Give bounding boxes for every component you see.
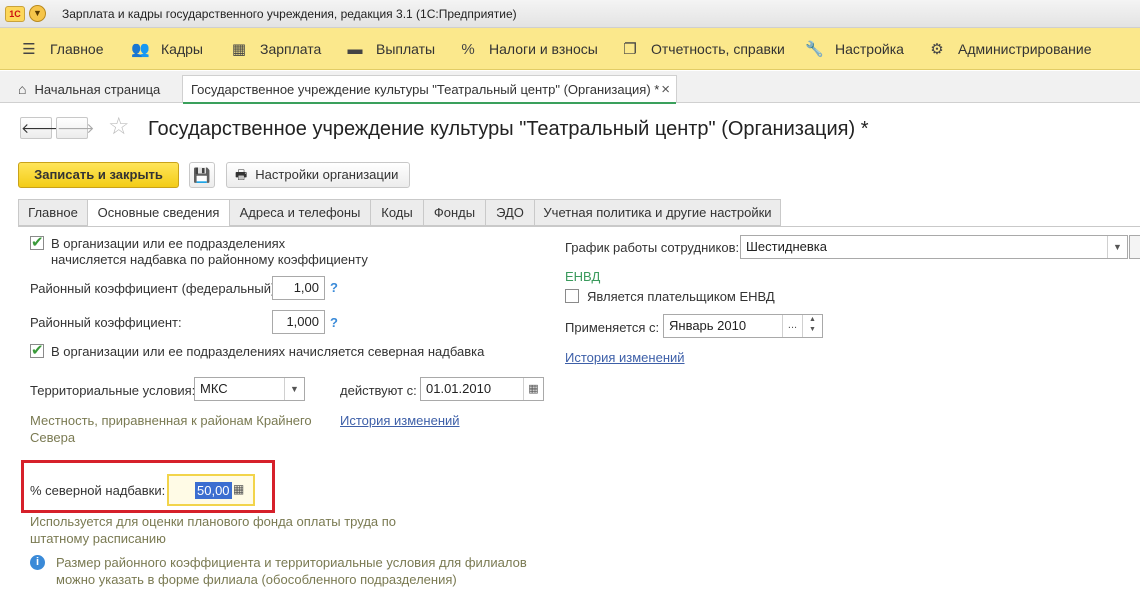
save-button[interactable]: 💾 xyxy=(189,162,215,188)
calculator-icon[interactable]: ▦ xyxy=(233,482,244,496)
floppy-disk-icon: 💾 xyxy=(193,167,211,183)
close-icon[interactable]: × xyxy=(661,81,670,98)
sections-bar: ☰ Главное 👥 Кадры ▦ Зарплата ▬ Выплаты % Нало… xyxy=(0,28,1140,70)
regional-coef-label: В организации или ее подразделениях начи… xyxy=(51,236,368,267)
tab-basic-info[interactable]: Основные сведения xyxy=(87,199,230,227)
section-main[interactable]: ☰ Главное xyxy=(20,28,103,70)
back-button[interactable]: 🡐 xyxy=(20,117,59,139)
section-reports[interactable]: ❐ Отчетность, справки xyxy=(621,28,785,70)
locality-note: Местность, приравненная к районам Крайне… xyxy=(30,413,312,445)
coef-label: Районный коэффициент: xyxy=(30,315,182,330)
envd-header: ЕНВД xyxy=(565,269,601,284)
north-percent-label: % северной надбавки: xyxy=(30,483,166,498)
dropdown-arrow-icon[interactable]: ▼ xyxy=(284,378,304,400)
applies-from-input[interactable]: Январь 2010 ... ▲ ▼ xyxy=(663,314,823,338)
section-salary[interactable]: ▦ Зарплата xyxy=(230,28,321,70)
organization-settings-button[interactable]: 🖶 Настройки организации xyxy=(226,162,410,188)
territorial-label: Территориальные условия: xyxy=(30,383,196,398)
federal-coef-label: Районный коэффициент (федеральный): xyxy=(30,281,279,296)
select-button[interactable]: ... xyxy=(782,315,802,337)
tab-organization[interactable]: Государственное учреждение культуры "Теа… xyxy=(182,75,677,104)
window-title: Зарплата и кадры государственного учрежд… xyxy=(62,7,517,21)
calculator-icon: ▦ xyxy=(231,41,247,58)
history-link-right[interactable]: История изменений xyxy=(565,350,685,365)
applies-from-label: Применяется с: xyxy=(565,320,660,335)
section-settings[interactable]: 🔧 Настройка xyxy=(805,28,904,70)
north-percent-field[interactable]: 50,00 ▦ xyxy=(167,474,255,506)
page-title: Государственное учреждение культуры "Теа… xyxy=(148,118,869,140)
spinner-icon[interactable]: ▲ ▼ xyxy=(802,315,822,337)
title-bar: 1С ▼ Зарплата и кадры государственного у… xyxy=(0,0,1140,28)
tab-codes[interactable]: Коды xyxy=(370,199,424,226)
save-and-close-button[interactable]: Записать и закрыть xyxy=(18,162,179,188)
tab-main[interactable]: Главное xyxy=(18,199,88,226)
north-allowance-checkbox[interactable] xyxy=(30,341,44,359)
active-tab-indicator xyxy=(183,102,676,104)
section-taxes[interactable]: % Налоги и взносы xyxy=(459,28,598,70)
info-note: Размер районного коэффициента и территор… xyxy=(56,555,527,587)
tab-edo[interactable]: ЭДО xyxy=(485,199,535,226)
people-icon: 👥 xyxy=(131,41,150,58)
tab-home[interactable]: ⌂ Начальная страница xyxy=(10,75,168,103)
schedule-select[interactable]: Шестидневка ▼ xyxy=(740,235,1128,259)
coef-input[interactable]: 1,000 xyxy=(272,310,325,334)
open-windows-bar: ⌂ Начальная страница Государственное учр… xyxy=(0,71,1140,104)
gear-icon: ⚙ xyxy=(930,41,944,58)
tab-accounting-policy[interactable]: Учетная политика и другие настройки xyxy=(534,199,781,226)
home-icon: ⌂ xyxy=(18,81,27,97)
regional-coef-checkbox[interactable] xyxy=(30,233,44,251)
valid-from-label: действуют с: xyxy=(340,383,417,398)
dropdown-arrow-icon[interactable]: ▼ xyxy=(1107,236,1127,258)
help-icon[interactable]: ? xyxy=(330,315,338,330)
tab-divider xyxy=(18,226,1140,227)
tab-addresses[interactable]: Адреса и телефоны xyxy=(229,199,371,226)
percent-icon: % xyxy=(461,40,475,58)
wallet-icon: ▬ xyxy=(347,40,363,58)
help-icon[interactable]: ? xyxy=(330,280,338,295)
north-allowance-label: В организации или ее подразделениях начи… xyxy=(51,344,485,359)
calendar-icon[interactable]: ▦ xyxy=(523,378,543,400)
valid-from-input[interactable]: 01.01.2010 ▦ xyxy=(420,377,544,401)
envd-label: Является плательщиком ЕНВД xyxy=(587,289,775,304)
territorial-select[interactable]: МКС ▼ xyxy=(194,377,305,401)
tab-funds[interactable]: Фонды xyxy=(423,199,486,226)
hamburger-icon: ☰ xyxy=(22,41,36,58)
section-payments[interactable]: ▬ Выплаты xyxy=(346,28,436,70)
wrench-icon: 🔧 xyxy=(805,41,824,58)
app-logo: 1С xyxy=(5,6,25,22)
federal-coef-input[interactable]: 1,00 xyxy=(272,276,325,300)
documents-icon: ❐ xyxy=(623,41,637,58)
history-link-left[interactable]: История изменений xyxy=(340,413,460,428)
section-hr[interactable]: 👥 Кадры xyxy=(131,28,203,70)
section-admin[interactable]: ⚙ Администрирование xyxy=(928,28,1091,70)
info-icon: i xyxy=(30,555,45,570)
favorite-star-icon[interactable]: ☆ xyxy=(108,115,130,139)
envd-checkbox[interactable] xyxy=(565,289,579,303)
open-icon[interactable] xyxy=(1129,235,1140,259)
printer-icon: 🖶 xyxy=(235,167,248,182)
schedule-label: График работы сотрудников: xyxy=(565,240,740,255)
main-menu-button[interactable]: ▼ xyxy=(29,5,46,22)
forward-button[interactable]: 🡒 xyxy=(56,117,95,139)
north-percent-value[interactable]: 50,00 xyxy=(195,482,232,499)
usage-note: Используется для оценки планового фонда … xyxy=(30,514,397,546)
